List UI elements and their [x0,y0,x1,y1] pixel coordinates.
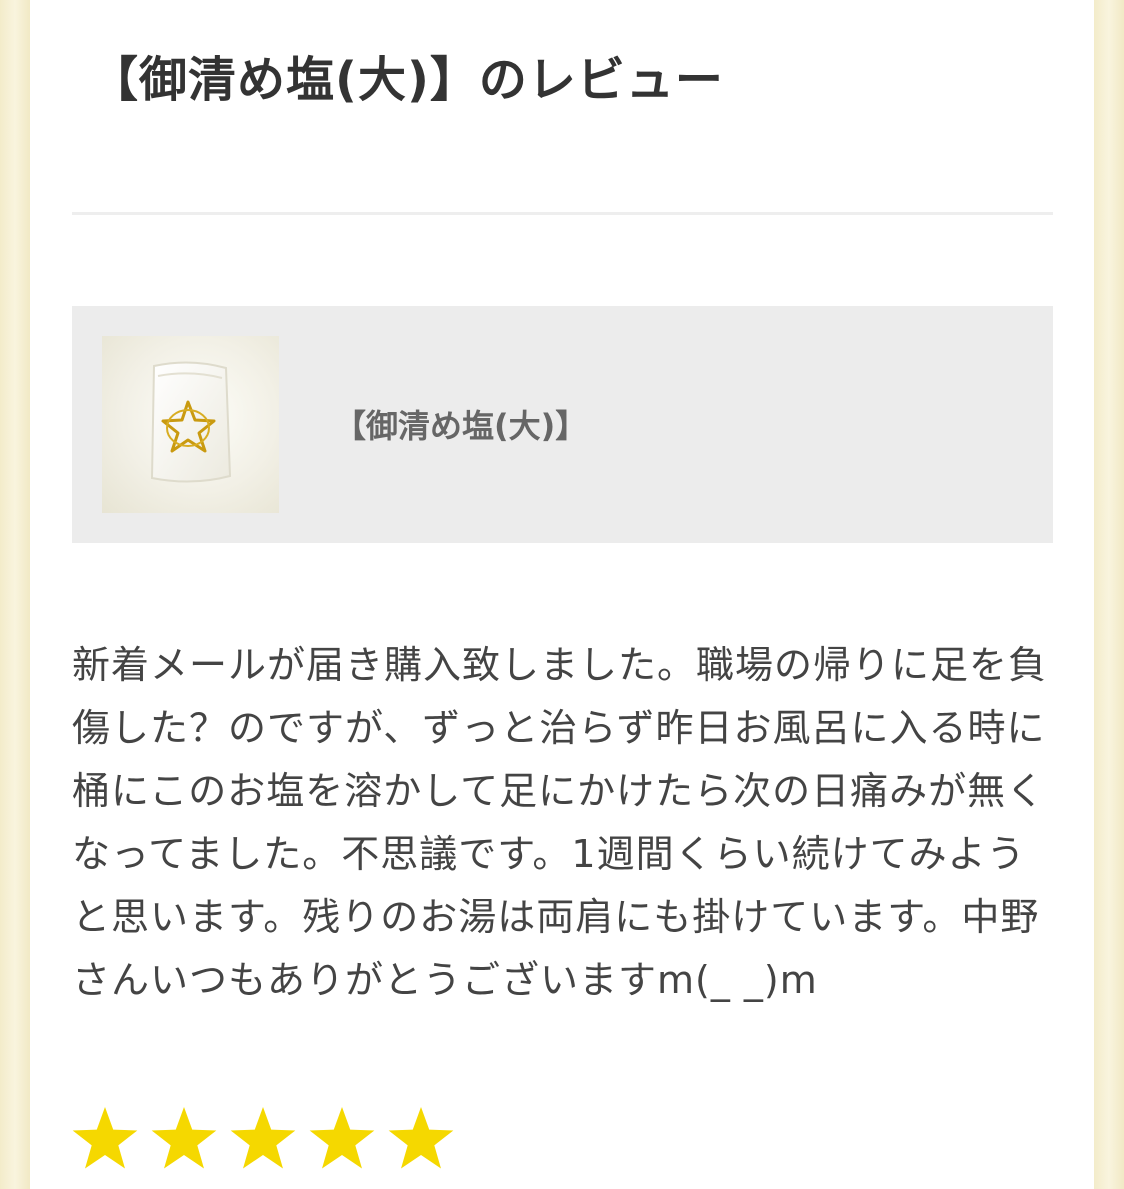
review-card: 【御清め塩(大)】のレビュー 【御清め塩(大)】 新着メールが届き購入致しました… [30,0,1094,1189]
background-edge-left [0,0,30,1189]
page-title: 【御清め塩(大)】のレビュー [90,52,724,108]
product-name-link[interactable]: 【御清め塩(大)】 [334,406,587,446]
star-rating [70,1104,465,1184]
product-image[interactable] [102,336,279,513]
star-icon [230,1107,296,1169]
star-icon [309,1107,375,1169]
star-icon [151,1107,217,1169]
star-icon [388,1107,454,1169]
review-text: 新着メールが届き購入致しました。職場の帰りに足を負傷した？のですが、ずっと治らず… [72,643,1048,1002]
product-box[interactable]: 【御清め塩(大)】 [72,306,1053,543]
star-icon [72,1107,138,1169]
background-edge-right [1094,0,1124,1189]
divider [72,212,1053,215]
salt-pouch-with-gold-star-icon [150,361,232,483]
